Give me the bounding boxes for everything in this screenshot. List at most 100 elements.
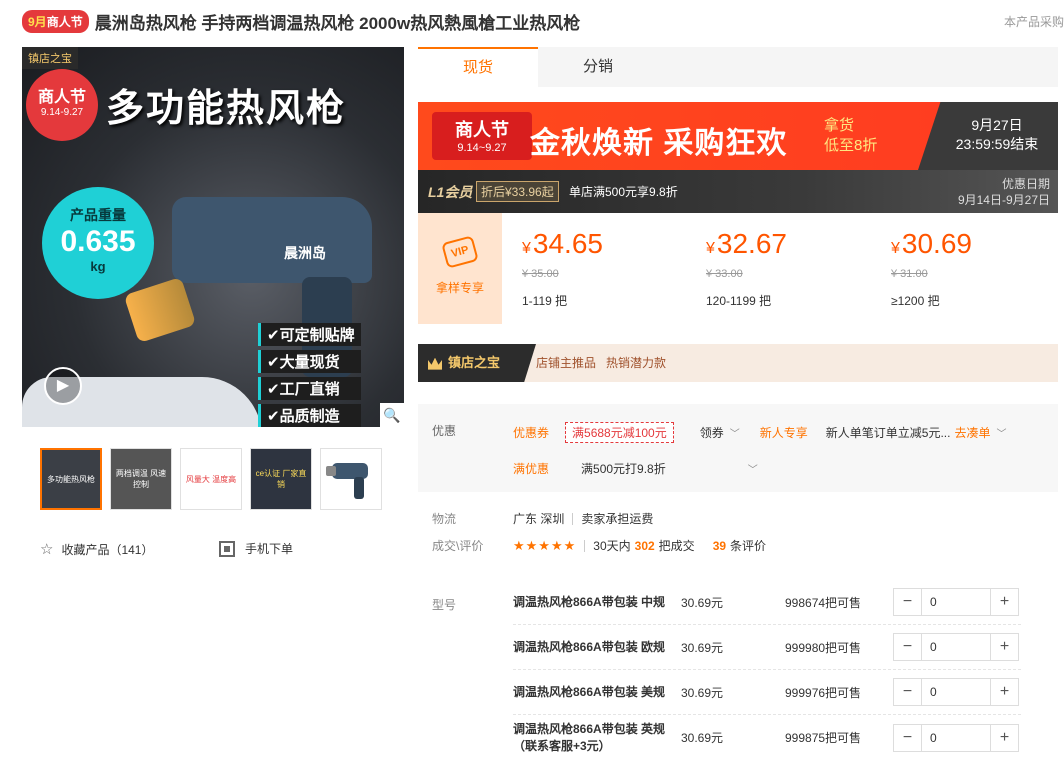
go-fill-order-link[interactable]: 去凑单 ﹀ bbox=[954, 424, 1006, 441]
main-product-image[interactable]: 镇店之宝 商人节 9.14-9.27 多功能热风枪 产品重量 0.635 kg … bbox=[22, 47, 404, 427]
decrement-button[interactable]: − bbox=[894, 724, 921, 751]
weight-unit: kg bbox=[90, 259, 106, 274]
festival-circle-dates: 9.14-9.27 bbox=[40, 107, 84, 118]
full-discount-text: 满500元打9.8折 bbox=[581, 462, 666, 476]
quantity-input[interactable] bbox=[921, 679, 991, 705]
sample-exclusive[interactable]: VIP 拿样专享 bbox=[418, 213, 502, 324]
product-purchase-note[interactable]: 本产品采购 bbox=[1004, 13, 1064, 30]
sku-price: 30.69元 bbox=[681, 595, 724, 610]
product-title: 晨洲岛热风枪 手持两档调温热风枪 2000w热风熱風槍工业热风枪 bbox=[94, 13, 581, 33]
festival-badge[interactable]: 9月商人节 bbox=[22, 9, 89, 33]
tier-original-price: ¥ 33.00 bbox=[706, 268, 743, 280]
decrement-button[interactable]: − bbox=[894, 634, 921, 660]
reviews-label: 成交\评价 bbox=[432, 539, 484, 553]
coupon-label: 优惠券 bbox=[513, 426, 550, 440]
thumbnail-2[interactable]: 两档调温 风速控制 bbox=[110, 448, 172, 510]
price-panel: VIP 拿样专享 ¥34.65 ¥ 35.00 1-119 把 ¥32.67 ¥… bbox=[418, 213, 1058, 324]
currency-symbol: ¥ bbox=[891, 240, 900, 257]
zoom-magnifier-icon[interactable]: 🔍 bbox=[380, 403, 404, 427]
heat-gun-icon bbox=[326, 463, 368, 499]
divider bbox=[584, 539, 586, 552]
sku-name: 调温热风枪866A带包装 欧规 bbox=[513, 639, 666, 654]
ship-from-location: 广东 深圳 bbox=[513, 512, 565, 526]
mobile-order-button[interactable]: 手机下单 bbox=[219, 540, 293, 557]
sku-stock: 999875把可售 bbox=[785, 731, 862, 745]
promo-festival-badge: 商人节 9.14~9.27 bbox=[432, 112, 532, 160]
promo-banner[interactable]: 商人节 9.14~9.27 金秋焕新 采购狂欢 拿货 低至8折 9月27日 23… bbox=[418, 102, 1058, 170]
tier-price: 32.67 bbox=[716, 228, 787, 259]
thumbnail-4-text: ce认证 厂家直销 bbox=[251, 449, 311, 509]
review-count[interactable]: 39 bbox=[713, 539, 726, 553]
member-discount-bar: L1会员 折后¥33.96起 单店满500元享9.8折 优惠日期 9月14日-9… bbox=[418, 170, 1058, 213]
quantity-stepper: − + bbox=[893, 678, 1019, 706]
increment-button[interactable]: + bbox=[991, 724, 1018, 751]
purchase-tabs: 现货 分销 bbox=[418, 47, 1058, 87]
claim-coupon-button[interactable]: 领券 ﹀ bbox=[700, 424, 740, 441]
newbie-exclusive-label: 新人专享 bbox=[759, 426, 808, 440]
rating-stars-icon: ★★★★★ bbox=[513, 537, 577, 553]
sku-stock: 999980把可售 bbox=[785, 640, 862, 655]
qr-code-icon bbox=[219, 540, 235, 557]
thumbnail-4[interactable]: ce认证 厂家直销 bbox=[250, 448, 312, 510]
increment-button[interactable]: + bbox=[991, 679, 1018, 705]
festival-badge-text: 商人节 bbox=[46, 14, 83, 29]
thumbnail-strip: 多功能热风枪 两档调温 风速控制 风量大 温度高 ce认证 厂家直销 bbox=[40, 448, 390, 510]
thumbnail-1[interactable]: 多功能热风枪 bbox=[40, 448, 102, 510]
heat-gun-brand-label: 晨洲岛 bbox=[284, 245, 326, 261]
chevron-down-icon[interactable]: ﹀ bbox=[748, 461, 758, 476]
promo-festival-dates: 9.14~9.27 bbox=[457, 142, 507, 154]
store-treasure-bar: 镇店之宝 店铺主推品 热销潜力款 bbox=[418, 344, 1058, 382]
price-tier-1: ¥34.65 ¥ 35.00 1-119 把 bbox=[522, 227, 603, 309]
discount-period-label: 优惠日期 bbox=[1001, 177, 1050, 191]
sku-name: 调温热风枪866A带包装 中规 bbox=[513, 594, 666, 609]
reviews-row: 成交\评价 ★★★★★ 30天内 302 把成交 39 条评价 bbox=[418, 537, 766, 554]
play-video-icon[interactable]: ▶ bbox=[44, 367, 82, 405]
tier-quantity: 120-1199 把 bbox=[706, 294, 772, 308]
sku-row: 调温热风枪866A带包装 美规 30.69元 999976把可售 − + bbox=[513, 670, 1021, 715]
tier-original-price: ¥ 31.00 bbox=[891, 268, 928, 280]
quantity-input[interactable] bbox=[921, 589, 991, 615]
sku-price: 30.69元 bbox=[681, 685, 724, 700]
mobile-order-label: 手机下单 bbox=[245, 542, 294, 556]
sku-price: 30.69元 bbox=[681, 731, 724, 745]
store-treasure-label-box: 镇店之宝 bbox=[418, 344, 536, 382]
review-suffix[interactable]: 条评价 bbox=[730, 537, 766, 554]
increment-button[interactable]: + bbox=[991, 589, 1018, 615]
thumbnail-5[interactable] bbox=[320, 448, 382, 510]
member-full-discount: 单店满500元享9.8折 bbox=[569, 185, 678, 199]
store-recommend-tag: 店铺主推品 bbox=[536, 356, 597, 370]
tab-distribution[interactable]: 分销 bbox=[538, 47, 658, 87]
promo-slogan: 金秋焕新 采购狂欢 bbox=[530, 127, 788, 160]
quantity-input[interactable] bbox=[921, 724, 991, 751]
tier-quantity: ≥1200 把 bbox=[891, 294, 940, 308]
favorite-product-button[interactable]: ☆ 收藏产品（141） bbox=[40, 540, 153, 558]
divider bbox=[572, 512, 574, 525]
increment-button[interactable]: + bbox=[991, 634, 1018, 660]
claim-coupon-label: 领券 bbox=[699, 426, 724, 440]
promo-sub-line2: 低至8折 bbox=[824, 137, 878, 154]
heat-gun-body bbox=[172, 197, 372, 283]
store-treasure-label: 镇店之宝 bbox=[448, 355, 501, 370]
promo-deadline-date: 9月27日 bbox=[971, 117, 1023, 133]
decrement-button[interactable]: − bbox=[894, 589, 921, 615]
star-outline-icon: ☆ bbox=[40, 541, 54, 558]
tier-quantity: 1-119 把 bbox=[522, 294, 568, 308]
quantity-input[interactable] bbox=[921, 634, 991, 660]
feature-item: ✔工厂直销 bbox=[258, 377, 361, 400]
thumbnail-3[interactable]: 风量大 温度高 bbox=[180, 448, 242, 510]
price-tier-3: ¥30.69 ¥ 31.00 ≥1200 把 bbox=[891, 227, 972, 309]
discount-period: 优惠日期 9月14日-9月27日 bbox=[958, 176, 1050, 208]
festival-badge-month: 9月 bbox=[28, 14, 47, 29]
logistics-label: 物流 bbox=[432, 512, 457, 526]
quantity-stepper: − + bbox=[893, 633, 1019, 661]
promo-festival-title: 商人节 bbox=[455, 120, 509, 140]
decrement-button[interactable]: − bbox=[894, 679, 921, 705]
weight-circle: 产品重量 0.635 kg bbox=[42, 187, 154, 299]
discount-period-value: 9月14日-9月27日 bbox=[957, 193, 1050, 207]
member-level-badge: L1会员 bbox=[428, 184, 473, 200]
tab-in-stock[interactable]: 现货 bbox=[418, 47, 538, 87]
coupon-tag[interactable]: 满5688元减100元 bbox=[565, 422, 674, 443]
sku-row: 调温热风枪866A带包装 英规（联系客服+3元） 30.69元 999875把可… bbox=[513, 715, 1021, 760]
festival-circle-title: 商人节 bbox=[37, 89, 86, 106]
sku-name: 调温热风枪866A带包装 英规（联系客服+3元） bbox=[513, 721, 666, 753]
